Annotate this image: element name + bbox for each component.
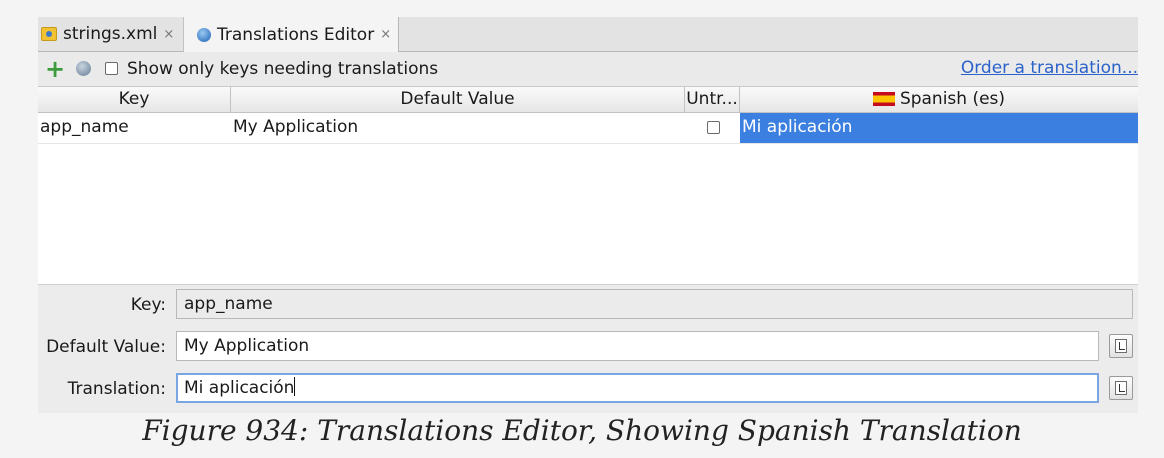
cell-key[interactable]: app_name bbox=[38, 113, 231, 143]
column-header-spanish[interactable]: Spanish (es) bbox=[740, 87, 1138, 112]
spain-flag-icon bbox=[872, 92, 895, 106]
translation-text: Mi aplicación bbox=[184, 378, 295, 398]
translation-label: Translation: bbox=[67, 379, 166, 399]
xml-file-icon bbox=[41, 27, 57, 41]
column-header-key[interactable]: Key bbox=[38, 87, 231, 112]
tab-bar: strings.xml × Translations Editor × bbox=[38, 17, 1138, 52]
close-icon[interactable]: × bbox=[380, 27, 391, 42]
translation-form: Key: app_name Default Value: My Applicat… bbox=[38, 284, 1138, 413]
cell-spanish[interactable]: Mi aplicación bbox=[740, 113, 1138, 143]
key-label: Key: bbox=[130, 295, 166, 315]
untranslatable-checkbox[interactable] bbox=[707, 121, 720, 134]
table-row[interactable]: app_name My Application Mi aplicación bbox=[38, 113, 1138, 144]
toolbar: + Show only keys needing translations Or… bbox=[38, 52, 1138, 85]
column-header-untranslatable[interactable]: Untr... bbox=[685, 87, 740, 112]
translation-field[interactable]: Mi aplicación bbox=[176, 373, 1099, 403]
tab-translations-editor[interactable]: Translations Editor × bbox=[184, 17, 399, 52]
globe-icon bbox=[197, 27, 211, 42]
filter-label: Show only keys needing translations bbox=[127, 58, 439, 79]
text-caret bbox=[294, 377, 296, 396]
translations-editor-window: strings.xml × Translations Editor × + Sh… bbox=[38, 17, 1138, 413]
globe-icon[interactable] bbox=[76, 61, 91, 76]
show-only-needing-translation-checkbox[interactable] bbox=[105, 62, 118, 75]
figure-caption: Figure 934: Translations Editor, Showing… bbox=[142, 414, 1022, 447]
tab-strings-xml[interactable]: strings.xml × bbox=[38, 17, 184, 51]
plus-icon[interactable]: + bbox=[44, 57, 66, 81]
cell-untranslatable[interactable] bbox=[685, 113, 740, 143]
translations-table: Key Default Value Untr... Spanish (es) a… bbox=[38, 86, 1138, 284]
default-value-label: Default Value: bbox=[46, 337, 166, 357]
tab-label: Translations Editor bbox=[217, 24, 375, 45]
table-header: Key Default Value Untr... Spanish (es) bbox=[38, 87, 1138, 113]
close-icon[interactable]: × bbox=[163, 27, 174, 42]
cell-default-value[interactable]: My Application bbox=[231, 113, 685, 143]
default-value-field[interactable]: My Application bbox=[176, 331, 1099, 361]
column-header-spanish-label: Spanish (es) bbox=[899, 89, 1006, 109]
expand-editor-icon[interactable] bbox=[1109, 334, 1133, 358]
column-header-default-value[interactable]: Default Value bbox=[231, 87, 685, 112]
key-field: app_name bbox=[176, 289, 1133, 319]
tab-label: strings.xml bbox=[63, 24, 158, 44]
expand-editor-icon[interactable] bbox=[1109, 376, 1133, 400]
order-translation-link[interactable]: Order a translation... bbox=[961, 58, 1138, 78]
